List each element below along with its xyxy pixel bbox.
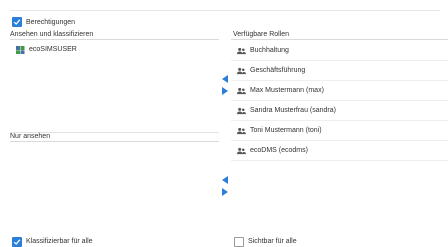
role-list-item-label: ecoDMS (ecodms) <box>250 147 308 154</box>
role-list-item[interactable]: Buchhaltung <box>231 41 448 61</box>
users-icon <box>237 147 246 155</box>
classify-all-checkbox[interactable] <box>12 237 22 247</box>
available-roles-label: Verfügbare Rollen <box>233 31 290 38</box>
check-icon <box>13 19 21 25</box>
move-left-arrow-icon[interactable] <box>222 176 228 184</box>
role-list-item-label: Sandra Musterfrau (sandra) <box>250 107 336 114</box>
users-icon <box>237 127 246 135</box>
list-item-label: ecoSIMSUSER <box>29 46 77 53</box>
role-list-item[interactable]: Max Mustermann (max) <box>231 81 448 101</box>
users-icon <box>237 47 246 55</box>
available-roles-list[interactable]: Buchhaltung Geschäftsführung Max Musterman… <box>231 39 448 232</box>
role-list-item[interactable]: ecoDMS (ecodms) <box>231 141 448 161</box>
role-list-item-label: Toni Mustermann (toni) <box>250 127 322 134</box>
move-left-arrow-icon[interactable] <box>222 75 228 83</box>
role-list-item[interactable]: Geschäftsführung <box>231 61 448 81</box>
visible-all-checkbox[interactable] <box>234 237 244 247</box>
classify-list[interactable]: ecoSIMSUSER <box>10 39 219 133</box>
permissions-checkbox[interactable] <box>12 17 22 27</box>
top-divider <box>10 10 440 11</box>
users-icon <box>237 67 246 75</box>
move-right-arrow-icon[interactable] <box>222 87 228 95</box>
users-icon <box>237 87 246 95</box>
users-icon <box>237 107 246 115</box>
permissions-label: Berechtigungen <box>26 19 76 26</box>
role-list-item[interactable]: Sandra Musterfrau (sandra) <box>231 101 448 121</box>
role-list-item-label: Max Mustermann (max) <box>250 87 324 94</box>
user-group-color-icon <box>16 45 25 54</box>
role-list-item[interactable]: Toni Mustermann (toni) <box>231 121 448 141</box>
role-list-item-label: Buchhaltung <box>250 47 289 54</box>
view-section-label: Nur ansehen <box>10 133 51 140</box>
view-list[interactable] <box>10 141 219 232</box>
classify-section-label: Ansehen und klassifizieren <box>10 31 94 38</box>
move-right-arrow-icon[interactable] <box>222 188 228 196</box>
role-list-item-label: Geschäftsführung <box>250 67 306 74</box>
list-item[interactable]: ecoSIMSUSER <box>10 40 219 59</box>
